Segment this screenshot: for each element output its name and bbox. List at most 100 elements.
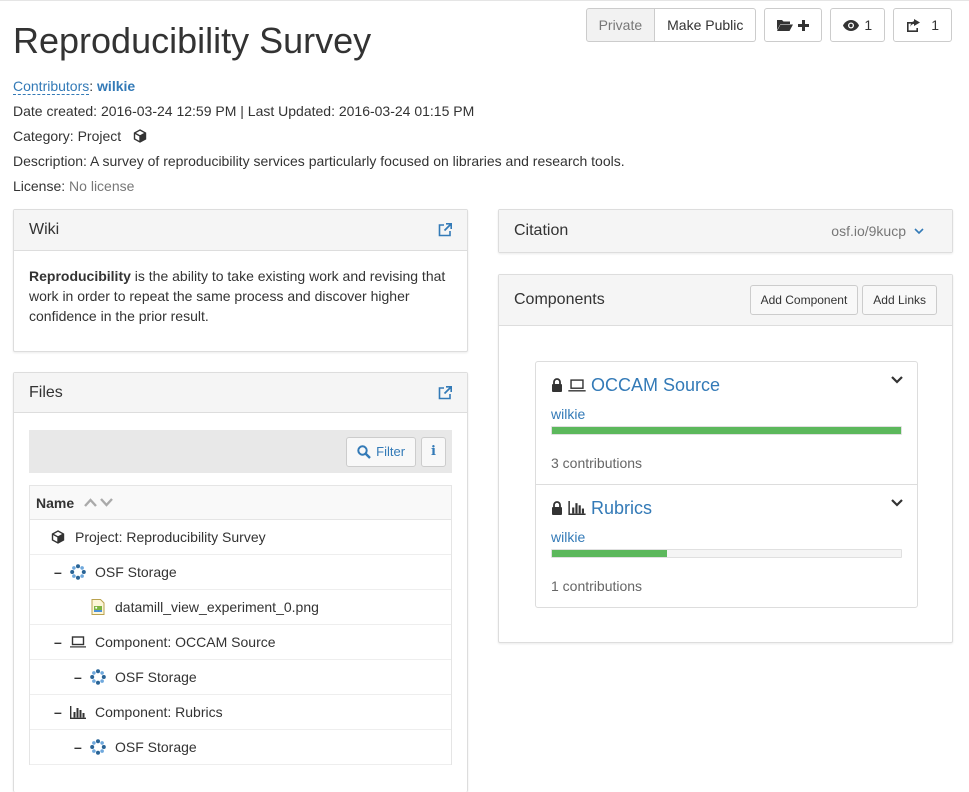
component-title: OCCAM Source [551, 374, 902, 396]
contribution-progress [551, 426, 902, 435]
citation-title: Citation [514, 222, 569, 239]
citation-panel: Citation osf.io/9kucp [498, 209, 953, 253]
files-panel: Files Filter i Name Project: Reproducibi… [13, 372, 468, 792]
tree-row-file[interactable]: datamill_view_experiment_0.png [30, 590, 451, 625]
component-name-link[interactable]: OCCAM Source [591, 375, 720, 396]
wiki-content: Reproducibility is the ability to take e… [14, 251, 467, 341]
citation-panel-header[interactable]: Citation osf.io/9kucp [499, 210, 952, 252]
component-name-link[interactable]: Rubrics [591, 498, 652, 519]
wiki-panel-header: Wiki [14, 210, 467, 251]
collapse-toggle[interactable]: – [54, 564, 64, 580]
tree-row-project[interactable]: Project: Reproducibility Survey [30, 520, 451, 555]
files-toolbar: Filter i [29, 430, 452, 473]
watch-count: 1 [864, 17, 873, 33]
info-button[interactable]: i [421, 436, 446, 467]
eye-icon [843, 19, 860, 31]
citation-url: osf.io/9kucp [831, 223, 906, 239]
info-icon: i [431, 444, 436, 459]
license-line: License: No license [13, 176, 134, 196]
watch-button[interactable]: 1 [830, 8, 886, 42]
bar-chart-icon [568, 501, 586, 515]
collapse-toggle[interactable]: – [74, 739, 84, 755]
chevron-down-icon[interactable] [891, 499, 903, 507]
column-header-name[interactable]: Name [30, 486, 451, 520]
tree-row-label: OSF Storage [95, 564, 177, 580]
component-contributor-link[interactable]: wilkie [551, 406, 902, 422]
files-panel-header: Files [14, 373, 467, 413]
fork-button[interactable]: 1 [893, 8, 952, 42]
contribution-count: 3 contributions [551, 455, 643, 471]
share-icon [907, 18, 921, 32]
tree-row-label: Project: Reproducibility Survey [75, 529, 266, 545]
external-link-icon[interactable] [438, 385, 452, 400]
chevron-down-icon[interactable] [891, 376, 903, 384]
filter-label: Filter [376, 444, 406, 459]
components-panel-header: Components Add Component Add Links [499, 275, 952, 326]
fork-count: 1 [931, 17, 939, 33]
collapse-toggle[interactable]: – [54, 704, 64, 720]
collapse-toggle[interactable]: – [74, 669, 84, 685]
cube-icon [50, 529, 66, 545]
sort-ascending-icon[interactable] [84, 498, 98, 507]
cube-icon [133, 129, 147, 143]
wiki-panel: Wiki Reproducibility is the ability to t… [13, 209, 468, 352]
tree-row-label: OSF Storage [115, 669, 197, 685]
components-actions: Add Component Add Links [749, 285, 937, 315]
sort-descending-icon[interactable] [100, 498, 114, 507]
contributors-link[interactable]: Contributors [13, 78, 90, 95]
license-value: No license [69, 178, 135, 194]
top-border [0, 0, 969, 1]
external-link-icon[interactable] [438, 223, 452, 237]
name-column-label: Name [36, 494, 75, 511]
tree-row-osf-storage[interactable]: – OSF Storage [30, 555, 451, 590]
citation-link[interactable]: osf.io/9kucp [831, 223, 924, 239]
description-line: Description: A survey of reproducibility… [13, 151, 625, 171]
tree-row-component-rubrics[interactable]: – Component: Rubrics [30, 695, 451, 730]
category-label: Category: [13, 128, 74, 144]
privacy-toggle: Private Make Public [585, 8, 757, 42]
component-contributor-link[interactable]: wilkie [551, 529, 902, 545]
private-button[interactable]: Private [585, 8, 656, 42]
tree-row-label: datamill_view_experiment_0.png [115, 599, 319, 615]
lock-icon [552, 501, 562, 515]
image-file-icon [90, 599, 106, 615]
components-title: Components [514, 291, 605, 308]
add-component-button[interactable]: Add Component [749, 285, 859, 315]
add-links-button[interactable]: Add Links [862, 285, 937, 315]
tree-row-component-occam[interactable]: – Component: OCCAM Source [30, 625, 451, 660]
laptop-icon [568, 378, 586, 391]
tree-row-osf-storage[interactable]: – OSF Storage [30, 730, 451, 765]
components-panel: Components Add Component Add Links OCCAM… [498, 274, 953, 643]
contribution-progress-fill [552, 550, 668, 557]
tree-row-osf-storage[interactable]: – OSF Storage [30, 660, 451, 695]
chevron-down-icon [914, 227, 924, 234]
laptop-icon [70, 634, 86, 650]
component-item: OCCAM Source wilkie 3 contributions [536, 362, 917, 484]
sort-controls [84, 498, 114, 507]
filter-button[interactable]: Filter [346, 436, 417, 467]
component-title: Rubrics [551, 497, 902, 519]
component-item: Rubrics wilkie 1 contributions [536, 484, 917, 607]
dates-line: Date created: 2016-03-24 12:59 PM | Last… [13, 103, 475, 119]
contributor-link[interactable]: wilkie [97, 78, 135, 94]
project-actions: Private Make Public 1 1 [585, 8, 952, 42]
osf-storage-icon [90, 739, 106, 755]
description-value: A survey of reproducibility services par… [90, 153, 625, 169]
bar-chart-icon [70, 704, 86, 720]
page-title: Reproducibility Survey [13, 20, 372, 61]
add-folder-button[interactable] [764, 8, 823, 42]
lock-icon [552, 378, 562, 392]
colon: : [89, 78, 98, 94]
wiki-title: Wiki [29, 221, 60, 238]
contribution-count: 1 contributions [551, 578, 643, 594]
contribution-progress-fill [552, 427, 901, 434]
license-label: License: [13, 178, 66, 194]
description-label: Description: [13, 153, 87, 169]
search-icon [357, 444, 372, 459]
make-public-button[interactable]: Make Public [655, 8, 757, 42]
category-value: Project [77, 128, 122, 144]
files-title: Files [29, 383, 63, 401]
tree-row-label: Component: OCCAM Source [95, 634, 276, 650]
collapse-toggle[interactable]: – [54, 634, 64, 650]
plus-icon [798, 19, 810, 31]
